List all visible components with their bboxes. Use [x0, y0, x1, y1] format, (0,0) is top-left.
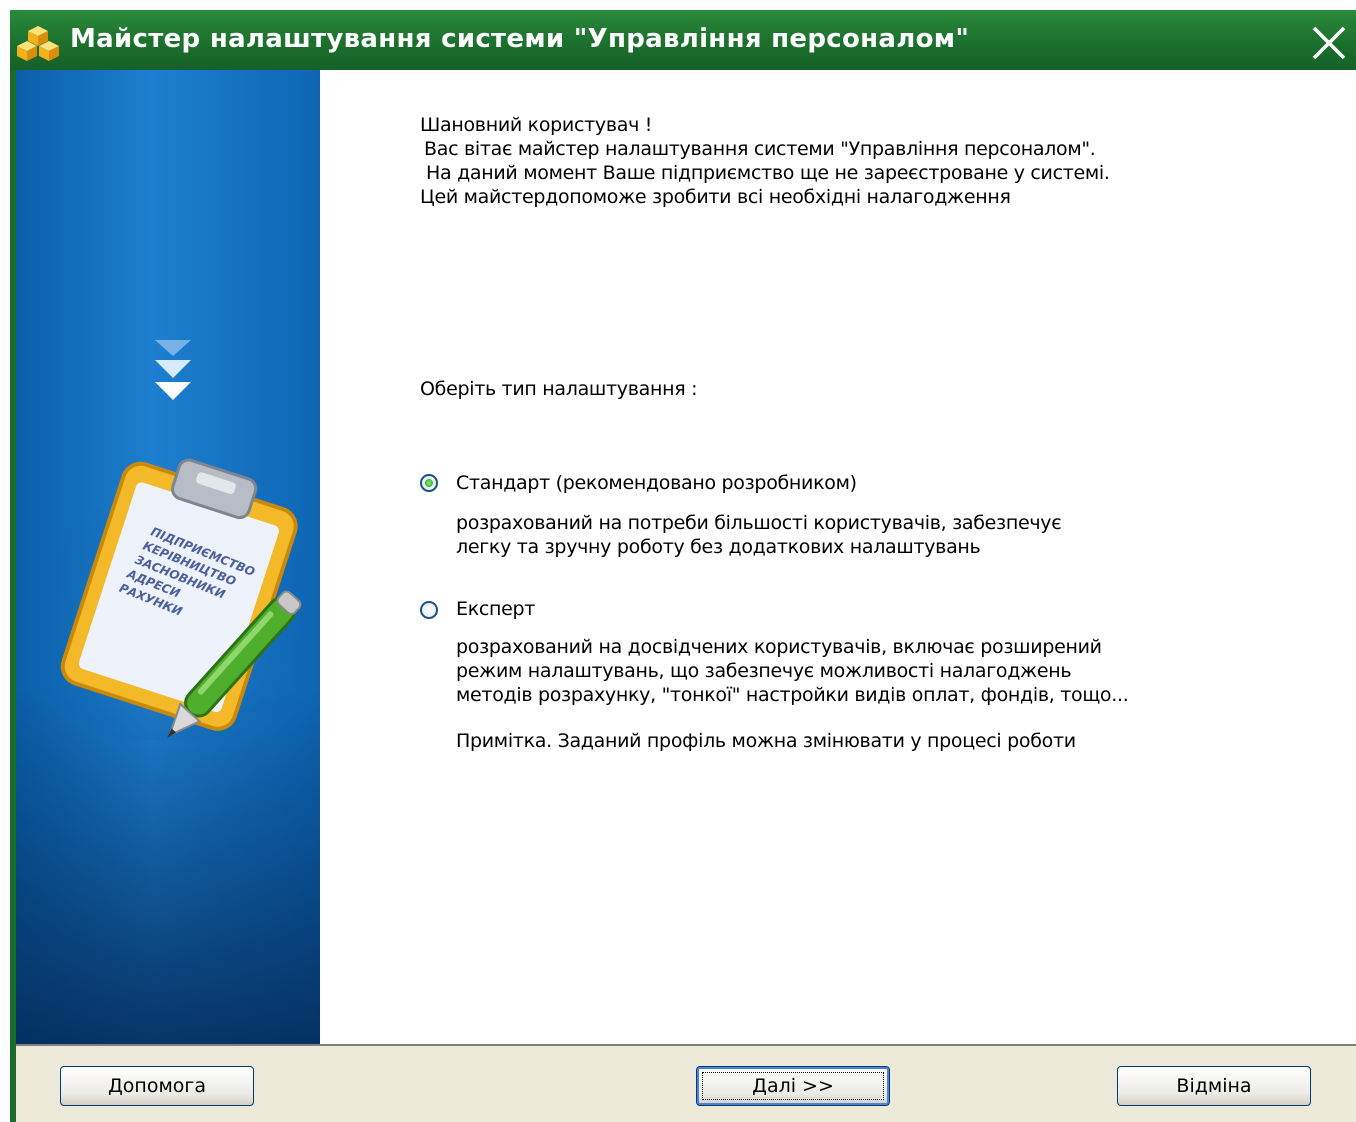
wizard-footer: Допомога Далі >> Відміна — [16, 1044, 1356, 1122]
welcome-text: Вас вітає майстер налаштування системи "… — [424, 138, 1096, 160]
greeting-text: Шановний користувач ! — [420, 114, 653, 136]
profile-note: Примітка. Заданий профіль можна змінюват… — [456, 730, 1076, 752]
title-bar[interactable]: Майстер налаштування системи "Управління… — [10, 10, 1356, 70]
wizard-client-area: ПІДПРИЄМСТВО КЕРІВНИЦТВО ЗАСНОВНИКИ АДРЕ… — [16, 70, 1356, 1122]
clipboard-pen-icon: ПІДПРИЄМСТВО КЕРІВНИЦТВО ЗАСНОВНИКИ АДРЕ… — [36, 458, 320, 740]
chevron-down-icon — [155, 340, 191, 400]
wizard-content: Шановний користувач ! Вас вітає майстер … — [320, 70, 1356, 1044]
setup-wizard-window: Майстер налаштування системи "Управління… — [10, 10, 1356, 1122]
wizard-side-banner: ПІДПРИЄМСТВО КЕРІВНИЦТВО ЗАСНОВНИКИ АДРЕ… — [16, 70, 320, 1044]
standard-description-line: розрахований на потреби більшості корист… — [456, 512, 1062, 534]
window-title: Майстер налаштування системи "Управління… — [70, 24, 970, 54]
help-button[interactable]: Допомога — [60, 1066, 254, 1106]
helper-text: Цей майстердопоможе зробити всі необхідн… — [420, 186, 1011, 208]
expert-option-label[interactable]: Експерт — [456, 598, 535, 620]
standard-option-label[interactable]: Стандарт (рекомендовано розробником) — [456, 472, 857, 494]
status-text: На даний момент Ваше підприємство ще не … — [426, 162, 1110, 184]
next-button[interactable]: Далі >> — [696, 1066, 890, 1106]
standard-description-line: легку та зручну роботу без додаткових на… — [456, 536, 981, 558]
radio-selected-dot — [425, 479, 433, 487]
expert-description-line: методів розрахунку, "тонкої" настройки в… — [456, 684, 1129, 706]
expert-radio[interactable] — [420, 601, 438, 619]
expert-description-line: розрахований на досвідчених користувачів… — [456, 636, 1102, 658]
expert-description-line: режим налаштувань, що забезпечує можливо… — [456, 660, 1072, 682]
cancel-button[interactable]: Відміна — [1117, 1066, 1311, 1106]
next-button-label: Далі >> — [752, 1075, 834, 1097]
close-icon[interactable] — [1310, 24, 1348, 62]
standard-radio[interactable] — [420, 474, 438, 492]
app-cubes-icon — [17, 26, 59, 61]
setup-type-prompt: Оберіть тип налаштування : — [420, 378, 698, 400]
